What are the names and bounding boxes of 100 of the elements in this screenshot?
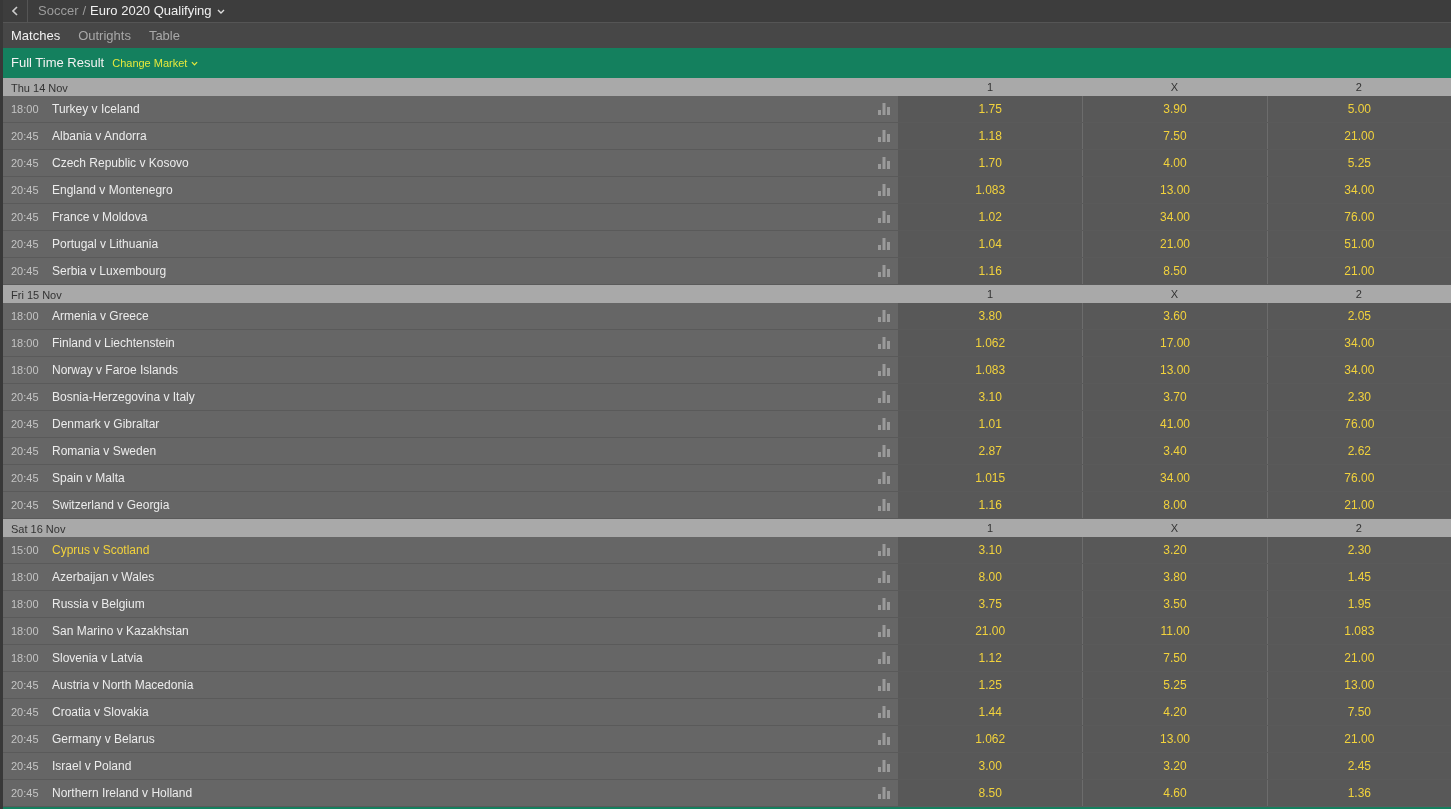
- match-name[interactable]: Czech Republic v Kosovo: [52, 154, 189, 172]
- bar-chart-icon[interactable]: [878, 787, 890, 799]
- odds-button[interactable]: 1.04: [898, 231, 1083, 257]
- match-name[interactable]: Armenia v Greece: [52, 307, 149, 325]
- odds-button[interactable]: 34.00: [1082, 204, 1267, 230]
- odds-button[interactable]: 4.20: [1082, 699, 1267, 725]
- dropdown-caret-icon[interactable]: [216, 8, 225, 14]
- odds-button[interactable]: 76.00: [1266, 204, 1451, 230]
- match-name[interactable]: Northern Ireland v Holland: [52, 784, 193, 802]
- odds-button[interactable]: 13.00: [1082, 357, 1267, 383]
- odds-button[interactable]: 34.00: [1082, 465, 1267, 491]
- match-name[interactable]: Azerbaijan v Wales: [52, 568, 155, 586]
- match-name[interactable]: Romania v Sweden: [52, 442, 157, 460]
- odds-button[interactable]: 34.00: [1266, 177, 1451, 203]
- odds-button[interactable]: 8.00: [898, 564, 1083, 590]
- bar-chart-icon[interactable]: [878, 157, 890, 169]
- match-name[interactable]: Norway v Faroe Islands: [52, 361, 179, 379]
- odds-button[interactable]: 1.083: [898, 177, 1083, 203]
- odds-button[interactable]: 1.45: [1266, 564, 1451, 590]
- bar-chart-icon[interactable]: [878, 571, 890, 583]
- odds-button[interactable]: 7.50: [1266, 699, 1451, 725]
- odds-button[interactable]: 3.40: [1082, 438, 1267, 464]
- odds-button[interactable]: 3.75: [898, 591, 1083, 617]
- odds-button[interactable]: 8.50: [898, 780, 1083, 806]
- match-name[interactable]: Austria v North Macedonia: [52, 676, 194, 694]
- odds-button[interactable]: 2.87: [898, 438, 1083, 464]
- match-name[interactable]: San Marino v Kazakhstan: [52, 622, 189, 640]
- odds-button[interactable]: 2.05: [1266, 303, 1451, 329]
- match-name[interactable]: Cyprus v Scotland: [52, 541, 150, 559]
- odds-button[interactable]: 2.30: [1266, 537, 1451, 563]
- odds-button[interactable]: 34.00: [1266, 357, 1451, 383]
- odds-button[interactable]: 76.00: [1266, 411, 1451, 437]
- odds-button[interactable]: 13.00: [1082, 177, 1267, 203]
- match-name[interactable]: Israel v Poland: [52, 757, 132, 775]
- odds-button[interactable]: 8.00: [1082, 492, 1267, 518]
- odds-button[interactable]: 5.25: [1082, 672, 1267, 698]
- odds-button[interactable]: 41.00: [1082, 411, 1267, 437]
- bar-chart-icon[interactable]: [878, 391, 890, 403]
- odds-button[interactable]: 13.00: [1266, 672, 1451, 698]
- odds-button[interactable]: 13.00: [1082, 726, 1267, 752]
- bar-chart-icon[interactable]: [878, 238, 890, 250]
- odds-button[interactable]: 1.95: [1266, 591, 1451, 617]
- tab[interactable]: Table: [148, 25, 180, 46]
- match-name[interactable]: Croatia v Slovakia: [52, 703, 149, 721]
- bar-chart-icon[interactable]: [878, 445, 890, 457]
- bar-chart-icon[interactable]: [878, 130, 890, 142]
- odds-button[interactable]: 3.80: [1082, 564, 1267, 590]
- match-name[interactable]: Russia v Belgium: [52, 595, 145, 613]
- odds-button[interactable]: 3.80: [898, 303, 1083, 329]
- change-market-link[interactable]: Change Market: [112, 54, 188, 72]
- bar-chart-icon[interactable]: [878, 265, 890, 277]
- odds-button[interactable]: 3.70: [1082, 384, 1267, 410]
- odds-button[interactable]: 7.50: [1082, 645, 1267, 671]
- match-name[interactable]: Serbia v Luxembourg: [52, 262, 167, 280]
- odds-button[interactable]: 1.083: [898, 357, 1083, 383]
- competition-title[interactable]: Euro 2020 Qualifying: [90, 1, 212, 21]
- odds-button[interactable]: 21.00: [1266, 645, 1451, 671]
- odds-button[interactable]: 3.90: [1082, 96, 1267, 122]
- odds-button[interactable]: 21.00: [1266, 492, 1451, 518]
- odds-button[interactable]: 5.00: [1266, 96, 1451, 122]
- odds-button[interactable]: 21.00: [1266, 726, 1451, 752]
- match-name[interactable]: Bosnia-Herzegovina v Italy: [52, 388, 195, 406]
- bar-chart-icon[interactable]: [878, 472, 890, 484]
- odds-button[interactable]: 21.00: [1266, 258, 1451, 284]
- match-name[interactable]: Albania v Andorra: [52, 127, 147, 145]
- odds-button[interactable]: 21.00: [1266, 123, 1451, 149]
- match-name[interactable]: Finland v Liechtenstein: [52, 334, 175, 352]
- odds-button[interactable]: 1.18: [898, 123, 1083, 149]
- odds-button[interactable]: 21.00: [1082, 231, 1267, 257]
- bar-chart-icon[interactable]: [878, 544, 890, 556]
- odds-button[interactable]: 3.60: [1082, 303, 1267, 329]
- odds-button[interactable]: 1.01: [898, 411, 1083, 437]
- odds-button[interactable]: 7.50: [1082, 123, 1267, 149]
- match-name[interactable]: Spain v Malta: [52, 469, 125, 487]
- odds-button[interactable]: 3.20: [1082, 537, 1267, 563]
- odds-button[interactable]: 1.70: [898, 150, 1083, 176]
- odds-button[interactable]: 34.00: [1266, 330, 1451, 356]
- odds-button[interactable]: 1.015: [898, 465, 1083, 491]
- odds-button[interactable]: 1.25: [898, 672, 1083, 698]
- bar-chart-icon[interactable]: [878, 211, 890, 223]
- bar-chart-icon[interactable]: [878, 184, 890, 196]
- bar-chart-icon[interactable]: [878, 103, 890, 115]
- odds-button[interactable]: 3.50: [1082, 591, 1267, 617]
- odds-button[interactable]: 1.44: [898, 699, 1083, 725]
- odds-button[interactable]: 76.00: [1266, 465, 1451, 491]
- odds-button[interactable]: 8.50: [1082, 258, 1267, 284]
- bar-chart-icon[interactable]: [878, 418, 890, 430]
- odds-button[interactable]: 3.20: [1082, 753, 1267, 779]
- match-name[interactable]: France v Moldova: [52, 208, 148, 226]
- bar-chart-icon[interactable]: [878, 310, 890, 322]
- odds-button[interactable]: 5.25: [1266, 150, 1451, 176]
- bar-chart-icon[interactable]: [878, 679, 890, 691]
- odds-button[interactable]: 3.00: [898, 753, 1083, 779]
- odds-button[interactable]: 11.00: [1082, 618, 1267, 644]
- tab[interactable]: Outrights: [78, 25, 131, 46]
- tab[interactable]: Matches: [11, 25, 61, 46]
- match-name[interactable]: Turkey v Iceland: [52, 100, 140, 118]
- odds-button[interactable]: 21.00: [898, 618, 1083, 644]
- odds-button[interactable]: 1.12: [898, 645, 1083, 671]
- match-name[interactable]: Switzerland v Georgia: [52, 496, 170, 514]
